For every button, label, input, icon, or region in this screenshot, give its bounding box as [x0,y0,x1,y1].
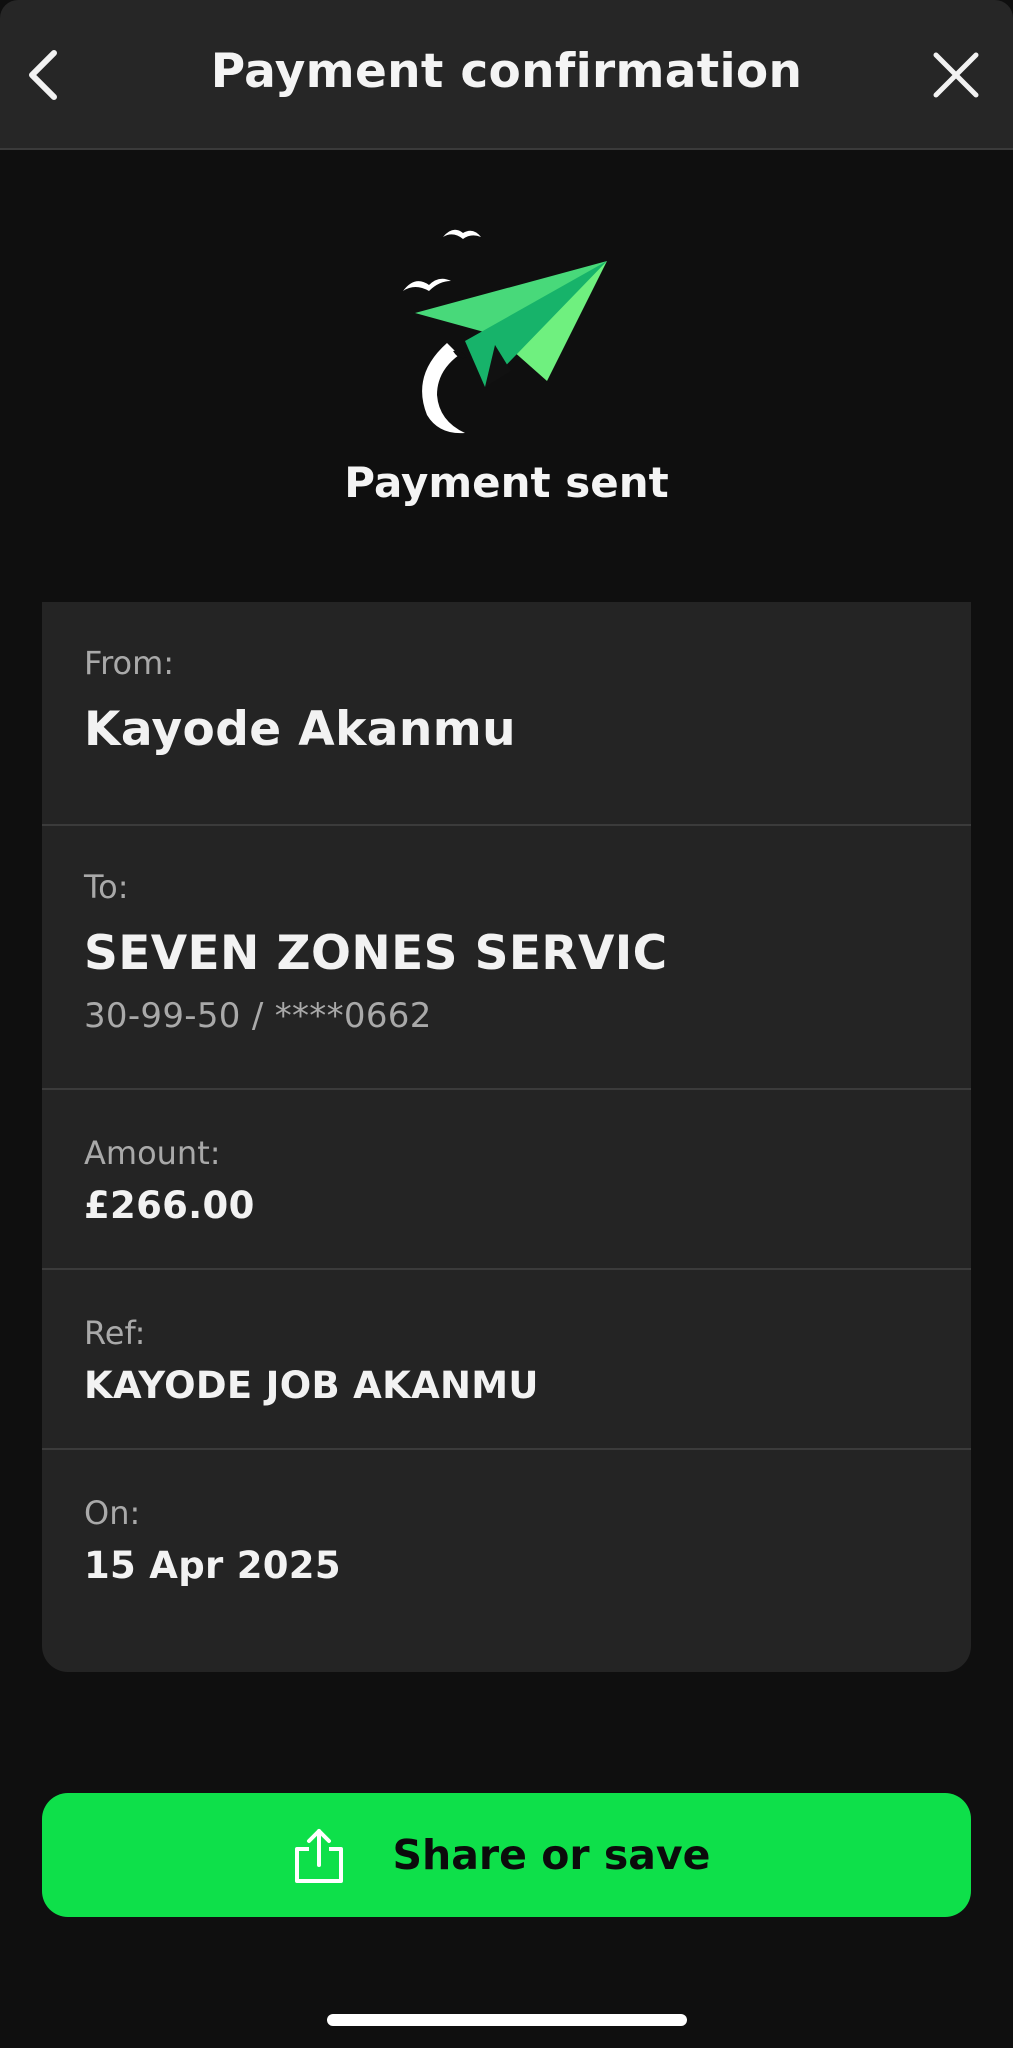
ref-label: Ref: [84,1314,146,1352]
top-bar: Payment confirmation [0,0,1013,150]
amount-value: £266.00 [84,1184,255,1227]
amount-row: Amount: £266.00 [42,1090,971,1270]
payment-status-caption: Payment sent [344,458,669,507]
share-or-save-button[interactable]: Share or save [42,1793,971,1917]
close-button[interactable] [921,40,991,110]
payment-details-card: From: Kayode Akanmu To: SEVEN ZONES SERV… [42,602,971,1672]
home-indicator[interactable] [327,2014,687,2026]
amount-label: Amount: [84,1134,221,1172]
date-value: 15 Apr 2025 [84,1544,341,1587]
ref-row: Ref: KAYODE JOB AKANMU [42,1270,971,1450]
to-label: To: [84,868,129,906]
to-row: To: SEVEN ZONES SERVIC 30-99-50 / ****06… [42,826,971,1090]
from-label: From: [84,644,175,682]
date-row: On: 15 Apr 2025 [42,1450,971,1672]
to-value: SEVEN ZONES SERVIC [84,926,668,981]
from-row: From: Kayode Akanmu [42,602,971,826]
ref-value: KAYODE JOB AKANMU [84,1364,539,1407]
date-label: On: [84,1494,141,1532]
close-icon [933,52,979,98]
to-account-number: 30-99-50 / ****0662 [84,996,432,1036]
paper-plane-icon [403,229,607,434]
page-title: Payment confirmation [210,44,803,99]
share-icon [294,1829,343,1883]
confirmation-hero: Payment sent [0,225,1013,525]
from-value: Kayode Akanmu [84,702,516,757]
share-button-label: Share or save [392,1831,711,1879]
